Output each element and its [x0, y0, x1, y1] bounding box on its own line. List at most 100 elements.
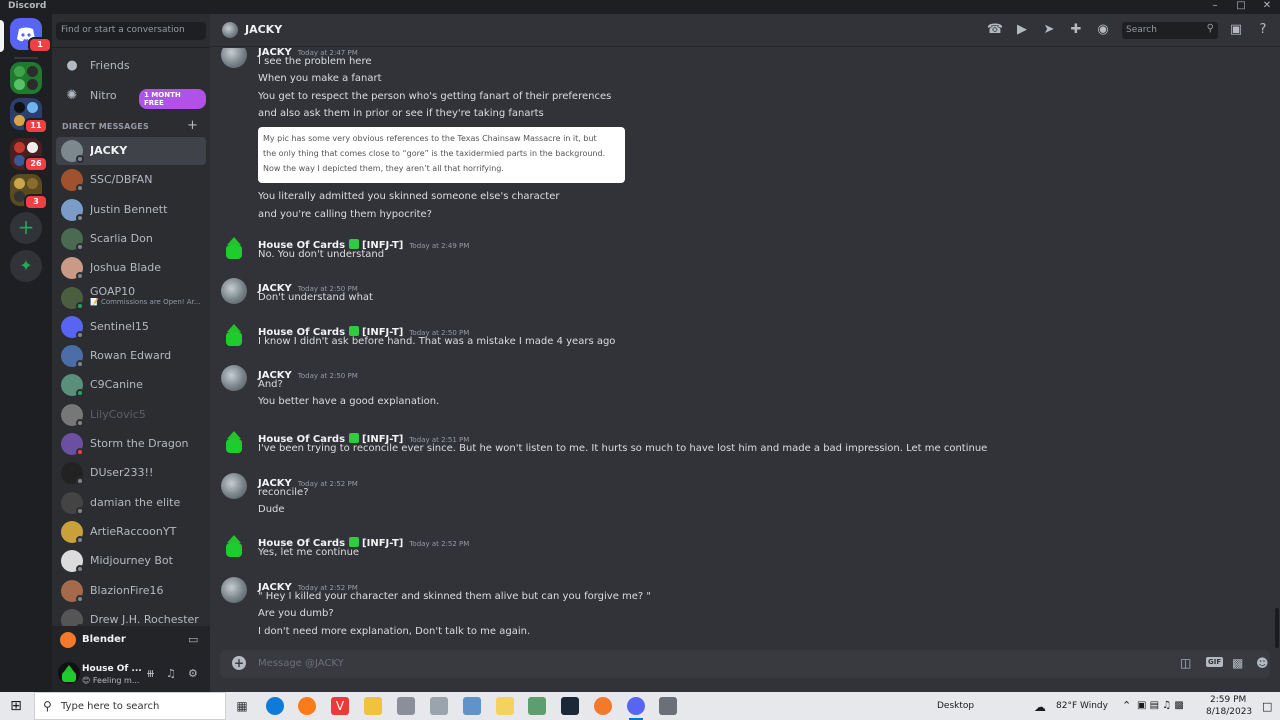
vivaldi-icon[interactable]: V: [331, 697, 349, 715]
dm-item[interactable]: GOAP10 📝 Commissions are Open! Ar...: [56, 284, 206, 312]
home-badge: 1: [28, 37, 52, 53]
find-conversation-input[interactable]: Find or start a conversation: [56, 22, 206, 40]
avatar[interactable]: [58, 662, 80, 684]
maximize-icon[interactable]: □: [1228, 0, 1254, 11]
message-text: You literally admitted you skinned someo…: [258, 191, 560, 203]
steam-icon[interactable]: [561, 697, 579, 715]
weather-text[interactable]: 82°F Windy: [1056, 701, 1108, 711]
edge-icon[interactable]: [266, 697, 284, 715]
avatar[interactable]: [221, 577, 247, 603]
dm-name: GOAP10: [90, 284, 136, 298]
dm-item[interactable]: Rowan Edward: [56, 342, 206, 370]
dm-item[interactable]: JACKY: [56, 137, 206, 165]
user-profile-icon[interactable]: ◉: [1094, 21, 1112, 39]
dm-item[interactable]: Justin Bennett: [56, 196, 206, 224]
add-friend-icon[interactable]: ✚: [1067, 21, 1085, 39]
pin-icon[interactable]: ➤: [1040, 21, 1058, 39]
app-icon[interactable]: [397, 697, 415, 715]
avatar[interactable]: [221, 533, 247, 559]
message-input[interactable]: Message @JACKY: [258, 658, 344, 669]
status-dot: [76, 535, 84, 544]
message-text: You better have a good explanation.: [258, 396, 440, 408]
avatar[interactable]: [221, 473, 247, 499]
minimize-icon[interactable]: –: [1202, 0, 1228, 11]
app-icon[interactable]: [496, 697, 514, 715]
dm-item[interactable]: LilyCovic5: [56, 401, 206, 429]
nitro-nav[interactable]: ✺ Nitro 1 MONTH FREE: [56, 83, 206, 109]
custom-status: 😊 Feeling m...: [82, 676, 140, 685]
dm-item[interactable]: BlazionFire16: [56, 577, 206, 605]
chat-header: JACKY ☎ ▶ ➤ ✚ ◉ Search ⚲ ▣ ?: [210, 14, 1280, 47]
dm-item[interactable]: DUser233!!: [56, 459, 206, 487]
file-explorer-icon[interactable]: [364, 697, 382, 715]
dm-item[interactable]: Scarlia Don: [56, 225, 206, 253]
task-view-icon[interactable]: ▦: [233, 697, 251, 715]
server-folder-1[interactable]: [10, 62, 42, 94]
app-icon[interactable]: [528, 697, 546, 715]
dm-name: LilyCovic5: [90, 407, 146, 421]
message-text: When you make a fanart: [258, 73, 382, 85]
windows-taskbar: ⊞ ⚲ Type here to search ▦ V Desktop ☁ 82…: [0, 692, 1280, 720]
video-call-icon[interactable]: ▶: [1013, 21, 1031, 39]
create-dm-icon[interactable]: +: [187, 118, 198, 133]
dm-item[interactable]: ArtieRaccoonYT: [56, 518, 206, 546]
message-text: I've been trying to reconcile ever since…: [258, 443, 988, 454]
clock-date[interactable]: 8/18/2023: [1206, 707, 1252, 717]
avatar[interactable]: [221, 365, 247, 391]
help-icon[interactable]: ?: [1254, 21, 1272, 39]
blender-icon[interactable]: [594, 697, 612, 715]
dm-item[interactable]: SSC/DBFAN: [56, 166, 206, 194]
avatar[interactable]: [221, 278, 247, 304]
inbox-icon[interactable]: ▣: [1227, 21, 1245, 39]
dm-item[interactable]: damian the elite: [56, 489, 206, 517]
message-timestamp: Today at 2:49 PM: [409, 242, 470, 250]
taskbar-search-placeholder: Type here to search: [61, 701, 160, 712]
friends-nav[interactable]: ● Friends: [56, 53, 206, 79]
gif-icon[interactable]: GIF: [1206, 657, 1224, 667]
quoted-image-text[interactable]: My pic has some very obvious references …: [258, 127, 625, 184]
sticker-icon[interactable]: ▩: [1232, 656, 1243, 670]
settings-gear-icon[interactable]: ⚙: [188, 667, 198, 680]
clock-time[interactable]: 2:59 PM: [1210, 695, 1246, 705]
dm-item[interactable]: Sentinel15: [56, 313, 206, 341]
close-icon[interactable]: ✕: [1254, 0, 1280, 11]
explore-compass-icon[interactable]: ✦: [10, 250, 42, 282]
desktop-toolbar-label[interactable]: Desktop: [937, 701, 974, 711]
emoji-icon[interactable]: ☻: [1256, 656, 1269, 670]
scrollbar-thumb[interactable]: [1275, 608, 1279, 648]
taskbar-search[interactable]: ⚲ Type here to search: [34, 692, 226, 720]
firefox-icon[interactable]: [298, 697, 316, 715]
gift-icon[interactable]: ◫: [1180, 656, 1191, 670]
message-composer[interactable]: + Message @JACKY ◫ GIF ▩ ☻: [220, 650, 1270, 678]
tray-chevron-icon[interactable]: ⌃: [1122, 699, 1131, 712]
status-dot: [76, 272, 84, 281]
windows-start-icon[interactable]: ⊞: [8, 698, 24, 714]
add-server-icon[interactable]: +: [10, 212, 42, 244]
scrollbar[interactable]: [1274, 48, 1280, 648]
status-dot: [76, 184, 84, 193]
dm-item[interactable]: C9Canine: [56, 371, 206, 399]
app-icon[interactable]: [463, 697, 481, 715]
search-input[interactable]: Search ⚲: [1122, 22, 1218, 39]
avatar[interactable]: [221, 322, 247, 348]
headphones-icon[interactable]: ♫: [166, 667, 176, 680]
avatar[interactable]: [221, 235, 247, 261]
app-icon[interactable]: [659, 697, 677, 715]
screen-share-icon[interactable]: ▭: [188, 633, 198, 646]
mute-mic-icon[interactable]: ⧻: [146, 667, 155, 680]
dm-item[interactable]: Midjourney Bot: [56, 547, 206, 575]
tray-icons[interactable]: ▣ ▤ ♫ ▩: [1137, 700, 1184, 711]
dm-item[interactable]: Storm the Dragon: [56, 430, 206, 458]
avatar[interactable]: [221, 429, 247, 455]
search-placeholder: Search: [1126, 25, 1157, 35]
activity-app-name: Blender: [82, 634, 126, 645]
app-icon[interactable]: [430, 697, 448, 715]
notification-icon[interactable]: □: [1262, 700, 1272, 713]
attach-plus-icon[interactable]: +: [232, 656, 246, 670]
dm-item[interactable]: Joshua Blade: [56, 254, 206, 282]
avatar[interactable]: [221, 48, 247, 68]
discord-icon[interactable]: [627, 697, 645, 720]
message-text: Yes, let me continue: [258, 547, 360, 558]
status-dot: [76, 301, 84, 310]
voice-call-icon[interactable]: ☎: [986, 21, 1004, 39]
